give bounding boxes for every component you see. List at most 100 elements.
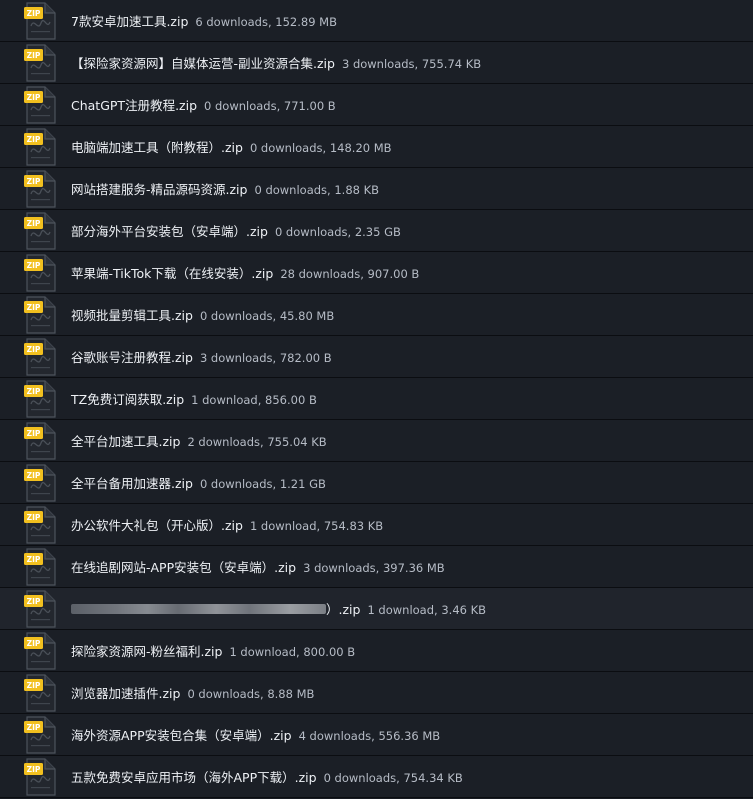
- zip-file-icon: ZIP: [24, 757, 58, 797]
- file-row[interactable]: ZIP 7款安卓加速工具.zip 6 downloads, 152.89 MB: [0, 0, 753, 42]
- zip-file-icon: ZIP: [24, 673, 58, 713]
- file-row[interactable]: ZIP TZ免费订阅获取.zip 1 download, 856.00 B: [0, 378, 753, 420]
- file-text: 7款安卓加速工具.zip 6 downloads, 152.89 MB: [71, 0, 337, 42]
- file-meta: 28 downloads, 907.00 B: [280, 267, 420, 281]
- file-row[interactable]: ZIP 海外资源APP安装包合集（安卓端）.zip 4 downloads, 55…: [0, 714, 753, 756]
- file-text: 苹果端-TikTok下载（在线安装）.zip 28 downloads, 907.…: [71, 252, 419, 294]
- file-name-link[interactable]: 电脑端加速工具（附教程）.zip: [71, 140, 243, 155]
- file-text: 在线追剧网站-APP安装包（安卓端）.zip 3 downloads, 397.3…: [71, 546, 445, 588]
- file-meta: 0 downloads, 1.88 KB: [254, 183, 380, 197]
- file-meta: 2 downloads, 755.04 KB: [187, 435, 327, 449]
- file-meta: 1 download, 3.46 KB: [367, 603, 487, 617]
- file-row[interactable]: ZIP 网站搭建服务-精品源码资源.zip 0 downloads, 1.88 K…: [0, 168, 753, 210]
- file-text: 【探险家资源网】自媒体运营-副业资源合集.zip 3 downloads, 755…: [71, 42, 481, 84]
- svg-text:ZIP: ZIP: [27, 219, 41, 228]
- svg-text:ZIP: ZIP: [27, 513, 41, 522]
- file-row[interactable]: ZIP 探险家资源网-粉丝福利.zip 1 download, 800.00 B: [0, 630, 753, 672]
- file-text: 部分海外平台安装包（安卓端）.zip 0 downloads, 2.35 GB: [71, 210, 401, 252]
- zip-file-icon: ZIP: [24, 85, 58, 125]
- svg-text:ZIP: ZIP: [27, 639, 41, 648]
- svg-text:ZIP: ZIP: [27, 681, 41, 690]
- file-name-link[interactable]: 【探险家资源网】自媒体运营-副业资源合集.zip: [71, 56, 335, 71]
- file-meta: 1 download, 800.00 B: [229, 645, 356, 659]
- zip-file-icon: ZIP: [24, 337, 58, 377]
- zip-file-icon: ZIP: [24, 211, 58, 251]
- file-meta: 1 download, 754.83 KB: [249, 519, 384, 533]
- svg-text:ZIP: ZIP: [27, 303, 41, 312]
- zip-file-icon: ZIP: [24, 295, 58, 335]
- file-text: 电脑端加速工具（附教程）.zip 0 downloads, 148.20 MB: [71, 126, 392, 168]
- file-name-link[interactable]: 全平台加速工具.zip: [71, 434, 180, 449]
- file-row[interactable]: ZIP ChatGPT注册教程.zip 0 downloads, 771.00 B: [0, 84, 753, 126]
- file-row[interactable]: ZIP 部分海外平台安装包（安卓端）.zip 0 downloads, 2.35 …: [0, 210, 753, 252]
- zip-file-icon: ZIP: [24, 715, 58, 755]
- file-row[interactable]: ZIP 视频批量剪辑工具.zip 0 downloads, 45.80 MB: [0, 294, 753, 336]
- zip-file-icon: ZIP: [24, 547, 58, 587]
- file-row[interactable]: ZIP 全平台加速工具.zip 2 downloads, 755.04 KB: [0, 420, 753, 462]
- file-text: TZ免费订阅获取.zip 1 download, 856.00 B: [71, 378, 317, 420]
- file-row[interactable]: ZIP 电脑端加速工具（附教程）.zip 0 downloads, 148.20 …: [0, 126, 753, 168]
- file-text: 视频批量剪辑工具.zip 0 downloads, 45.80 MB: [71, 294, 334, 336]
- file-meta: 0 downloads, 1.21 GB: [199, 477, 326, 491]
- file-text: 谷歌账号注册教程.zip 3 downloads, 782.00 B: [71, 336, 332, 378]
- file-text: ）.zip 1 download, 3.46 KB: [71, 588, 486, 630]
- zip-file-icon: ZIP: [24, 631, 58, 671]
- file-name-link[interactable]: 在线追剧网站-APP安装包（安卓端）.zip: [71, 560, 296, 575]
- file-name-link[interactable]: 7款安卓加速工具.zip: [71, 14, 188, 29]
- file-name-link[interactable]: 五款免费安卓应用市场（海外APP下载）.zip: [71, 770, 317, 785]
- file-row[interactable]: ZIP 苹果端-TikTok下载（在线安装）.zip 28 downloads, …: [0, 252, 753, 294]
- file-list: ZIP 7款安卓加速工具.zip 6 downloads, 152.89 MB Z…: [0, 0, 753, 799]
- zip-file-icon: ZIP: [24, 169, 58, 209]
- file-name-link[interactable]: ）.zip: [326, 602, 360, 617]
- file-name-link[interactable]: 部分海外平台安装包（安卓端）.zip: [71, 224, 268, 239]
- file-name-link[interactable]: 海外资源APP安装包合集（安卓端）.zip: [71, 728, 292, 743]
- file-meta: 0 downloads, 8.88 MB: [187, 687, 315, 701]
- zip-file-icon: ZIP: [24, 421, 58, 461]
- zip-file-icon: ZIP: [24, 379, 58, 419]
- file-text: 浏览器加速插件.zip 0 downloads, 8.88 MB: [71, 672, 314, 714]
- file-text: 全平台备用加速器.zip 0 downloads, 1.21 GB: [71, 462, 326, 504]
- file-name-link[interactable]: 探险家资源网-粉丝福利.zip: [71, 644, 222, 659]
- zip-file-icon: ZIP: [24, 505, 58, 545]
- file-name-link[interactable]: 办公软件大礼包（开心版）.zip: [71, 518, 243, 533]
- file-name-link[interactable]: 视频批量剪辑工具.zip: [71, 308, 193, 323]
- file-name-link[interactable]: 苹果端-TikTok下载（在线安装）.zip: [71, 266, 273, 281]
- file-row[interactable]: ZIP 全平台备用加速器.zip 0 downloads, 1.21 GB: [0, 462, 753, 504]
- file-text: 网站搭建服务-精品源码资源.zip 0 downloads, 1.88 KB: [71, 168, 379, 210]
- file-name-link[interactable]: TZ免费订阅获取.zip: [71, 392, 184, 407]
- file-text: 探险家资源网-粉丝福利.zip 1 download, 800.00 B: [71, 630, 355, 672]
- file-row[interactable]: ZIP 办公软件大礼包（开心版）.zip 1 download, 754.83 K…: [0, 504, 753, 546]
- file-meta: 0 downloads, 771.00 B: [204, 99, 336, 113]
- file-text: ChatGPT注册教程.zip 0 downloads, 771.00 B: [71, 84, 336, 126]
- file-meta: 6 downloads, 152.89 MB: [195, 15, 337, 29]
- file-meta: 1 download, 856.00 B: [191, 393, 317, 407]
- file-meta: 0 downloads, 148.20 MB: [249, 141, 392, 155]
- svg-text:ZIP: ZIP: [27, 177, 41, 186]
- file-name-link[interactable]: 谷歌账号注册教程.zip: [71, 350, 193, 365]
- zip-file-icon: ZIP: [24, 1, 58, 41]
- zip-file-icon: ZIP: [24, 253, 58, 293]
- file-meta: 0 downloads, 754.34 KB: [323, 771, 463, 785]
- file-meta: 3 downloads, 755.74 KB: [341, 57, 482, 71]
- file-text: 全平台加速工具.zip 2 downloads, 755.04 KB: [71, 420, 327, 462]
- file-row[interactable]: ZIP 谷歌账号注册教程.zip 3 downloads, 782.00 B: [0, 336, 753, 378]
- file-row[interactable]: ZIP 五款免费安卓应用市场（海外APP下载）.zip 0 downloads, …: [0, 756, 753, 798]
- svg-text:ZIP: ZIP: [27, 51, 41, 60]
- svg-text:ZIP: ZIP: [27, 471, 41, 480]
- file-row[interactable]: ZIP 浏览器加速插件.zip 0 downloads, 8.88 MB: [0, 672, 753, 714]
- file-name-link[interactable]: 全平台备用加速器.zip: [71, 476, 193, 491]
- svg-text:ZIP: ZIP: [27, 387, 41, 396]
- file-name-link[interactable]: 浏览器加速插件.zip: [71, 686, 180, 701]
- zip-file-icon: ZIP: [24, 127, 58, 167]
- file-name-link[interactable]: 网站搭建服务-精品源码资源.zip: [71, 182, 247, 197]
- file-meta: 0 downloads, 45.80 MB: [199, 309, 335, 323]
- svg-text:ZIP: ZIP: [27, 429, 41, 438]
- svg-text:ZIP: ZIP: [27, 555, 41, 564]
- file-row[interactable]: ZIP 在线追剧网站-APP安装包（安卓端）.zip 3 downloads, 3…: [0, 546, 753, 588]
- zip-file-icon: ZIP: [24, 43, 58, 83]
- file-name-link[interactable]: ChatGPT注册教程.zip: [71, 98, 197, 113]
- zip-file-icon: ZIP: [24, 589, 58, 629]
- file-row[interactable]: ZIP 【探险家资源网】自媒体运营-副业资源合集.zip 3 downloads,…: [0, 42, 753, 84]
- svg-text:ZIP: ZIP: [27, 93, 41, 102]
- file-row-hovered[interactable]: ZIP ）.zip 1 download, 3.46 KB: [0, 588, 753, 630]
